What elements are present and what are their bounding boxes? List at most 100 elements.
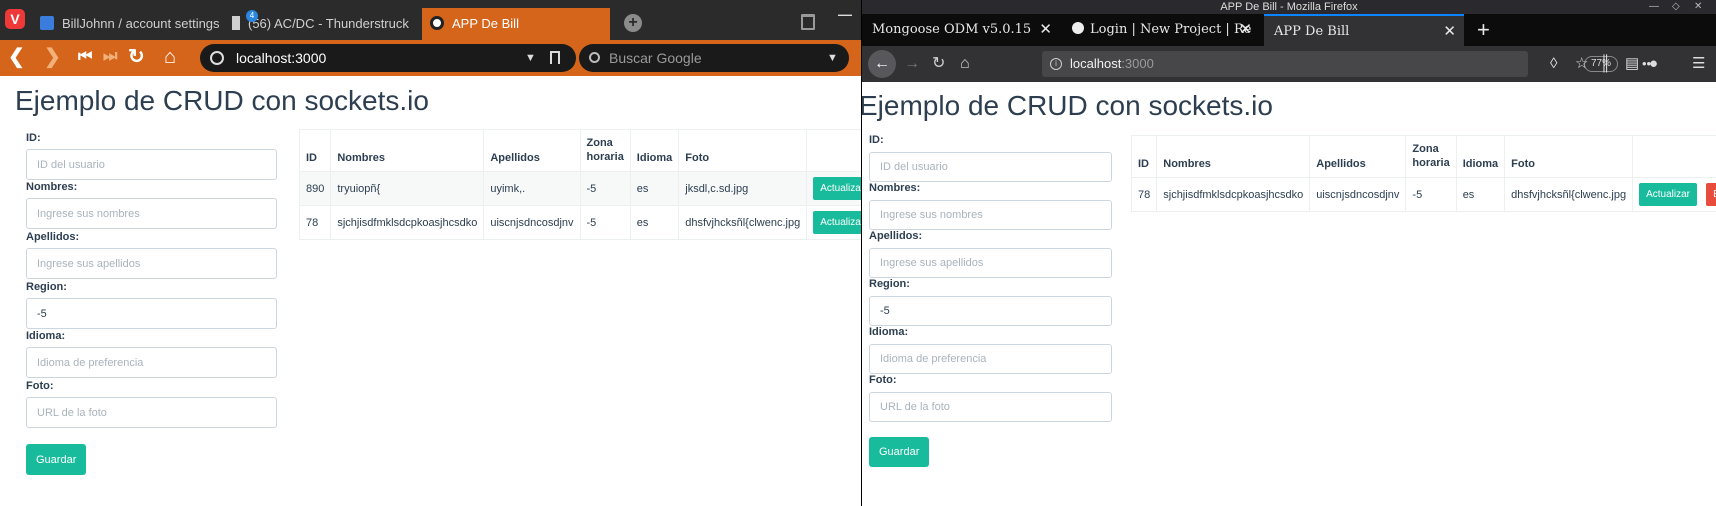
surnames-input[interactable] xyxy=(869,248,1112,278)
tab-label: APP De Bill xyxy=(452,16,519,31)
address-bar[interactable]: i localhost:3000 77% ••• xyxy=(1042,51,1656,77)
pocket-icon[interactable]: ◊ xyxy=(1550,54,1557,74)
photo-input[interactable] xyxy=(26,397,277,428)
home-icon[interactable]: ⌂ xyxy=(164,46,176,68)
menu-icon[interactable]: ☰ xyxy=(1692,54,1705,74)
col-language: Idioma xyxy=(1455,135,1506,178)
id-input[interactable] xyxy=(869,152,1112,182)
photo-input[interactable] xyxy=(869,392,1112,422)
sidebar-icon[interactable]: ▤ xyxy=(1625,54,1639,74)
id-input[interactable] xyxy=(26,149,277,180)
save-button[interactable]: Guardar xyxy=(26,444,87,475)
col-timezone: Zona horaria xyxy=(1405,135,1457,178)
back-icon[interactable]: ← xyxy=(868,50,896,78)
tab-label: (56) AC/DC - Thunderstruck xyxy=(248,16,409,31)
update-button[interactable]: Actualizar xyxy=(813,211,861,234)
cell-id: 890 xyxy=(298,171,332,206)
vivaldi-tab-github[interactable]: BillJohnn / account settings xyxy=(40,8,220,40)
tab-label: Mongoose ODM v5.0.15 xyxy=(872,22,1032,37)
trash-icon[interactable] xyxy=(801,14,815,30)
col-timezone: Zona horaria xyxy=(579,129,631,172)
region-input[interactable] xyxy=(26,298,277,329)
firefox-window: APP De Bill - Mozilla Firefox — ◇ ✕ Mong… xyxy=(862,0,1716,506)
vivaldi-tab-youtube[interactable]: (56) AC/DC - Thunderstruck xyxy=(232,8,412,40)
library-icon[interactable]: ║ xyxy=(1600,54,1611,74)
search-icon xyxy=(589,52,600,63)
chat-icon[interactable]: ● xyxy=(1649,54,1658,74)
minimize-icon[interactable]: — xyxy=(1649,0,1659,14)
table-row: 890 tryuiopñ{ uyimk,. -5 es jksdl,c.sd.j… xyxy=(298,171,861,206)
users-table: ID Nombres Apellidos Zona horaria Idioma… xyxy=(298,129,861,240)
vivaldi-tab-bar: V BillJohnn / account settings (56) AC/D… xyxy=(0,0,861,40)
new-tab-plus-icon[interactable]: + xyxy=(624,14,642,32)
search-field[interactable]: Buscar Google ▼ xyxy=(579,44,849,72)
cell-language: es xyxy=(629,205,680,240)
col-surnames: Apellidos xyxy=(1309,135,1407,178)
save-button[interactable]: Guardar xyxy=(869,437,930,467)
cell-names: tryuiopñ{ xyxy=(330,171,485,206)
id-label: ID: xyxy=(869,134,884,146)
close-tab-icon[interactable]: ✕ xyxy=(1443,16,1456,46)
vivaldi-menu-icon[interactable]: V xyxy=(5,9,25,29)
forward-icon[interactable]: ❯ xyxy=(44,46,61,68)
address-bar[interactable]: localhost:3000 ▼ xyxy=(200,44,576,72)
update-button[interactable]: Actualizar xyxy=(813,177,861,200)
update-button[interactable]: Actualizar xyxy=(1639,183,1697,206)
info-icon[interactable]: i xyxy=(1050,58,1062,70)
language-label: Idioma: xyxy=(26,330,66,342)
close-tab-icon[interactable]: ✕ xyxy=(1039,14,1052,46)
page-title: Ejemplo de CRUD con sockets.io xyxy=(15,85,429,116)
col-names: Nombres xyxy=(330,129,485,172)
forward-icon[interactable]: → xyxy=(904,54,920,74)
maximize-icon[interactable]: ◇ xyxy=(1672,0,1680,14)
close-tab-icon[interactable]: ✕ xyxy=(1239,14,1252,46)
vivaldi-window: V BillJohnn / account settings (56) AC/D… xyxy=(0,0,861,506)
table-header-row: ID Nombres Apellidos Zona horaria Idioma… xyxy=(1130,135,1716,178)
new-tab-plus-icon[interactable]: + xyxy=(1477,14,1490,46)
firefox-tab-mongoose[interactable]: Mongoose ODM v5.0.15 ✕ xyxy=(862,14,1060,46)
home-icon[interactable]: ⌂ xyxy=(960,54,970,74)
firefox-tab-login[interactable]: Login | New Project | Re ✕ xyxy=(1062,14,1260,46)
cell-language: es xyxy=(1455,177,1506,212)
cell-surnames: uiscnjsdncosdjnv xyxy=(1309,177,1407,212)
language-input[interactable] xyxy=(26,347,277,378)
address-host: localhost xyxy=(1070,56,1122,71)
dropdown-arrow-icon[interactable]: ▼ xyxy=(525,44,536,72)
col-actions xyxy=(1632,135,1716,178)
users-table: ID Nombres Apellidos Zona horaria Idioma… xyxy=(1130,135,1716,212)
firefox-tab-app-de-bill[interactable]: APP De Bill ✕ xyxy=(1264,14,1464,46)
address-text: localhost:3000 xyxy=(236,50,327,66)
reload-icon[interactable]: ↻ xyxy=(128,46,145,68)
close-window-icon[interactable]: ✕ xyxy=(1694,0,1702,14)
cell-actions: Actualizar xyxy=(806,205,861,240)
cell-photo: jksdl,c.sd.jpg xyxy=(678,171,808,206)
table-header-row: ID Nombres Apellidos Zona horaria Idioma… xyxy=(298,129,861,172)
col-names: Nombres xyxy=(1156,135,1311,178)
col-language: Idioma xyxy=(629,129,680,172)
cell-names: sjchjisdfmklsdcpkoasjhcsdko xyxy=(330,205,485,240)
search-engine-dropdown-icon[interactable]: ▼ xyxy=(827,44,838,72)
names-input[interactable] xyxy=(26,198,277,229)
window-title: APP De Bill - Mozilla Firefox xyxy=(1220,1,1358,13)
surnames-input[interactable] xyxy=(26,248,277,279)
vivaldi-nav-bar: ❮ ❯ ⏮ ⏭ ↻ ⌂ localhost:3000 ▼ Buscar Goog… xyxy=(0,40,861,76)
reload-icon[interactable]: ↻ xyxy=(932,54,945,74)
language-input[interactable] xyxy=(869,344,1112,374)
vivaldi-page: Ejemplo de CRUD con sockets.io ID: Nombr… xyxy=(0,76,861,506)
table-row: 78 sjchjisdfmklsdcpkoasjhcsdko uiscnjsdn… xyxy=(298,205,861,240)
minimize-icon[interactable]: — xyxy=(838,6,852,22)
star-icon[interactable]: ☆ xyxy=(1575,54,1588,74)
back-icon[interactable]: ❮ xyxy=(8,46,25,68)
firefox-title-bar: APP De Bill - Mozilla Firefox — ◇ ✕ xyxy=(862,0,1716,14)
bookmark-icon[interactable] xyxy=(550,51,560,64)
vivaldi-tab-app-de-bill[interactable]: APP De Bill xyxy=(422,8,610,40)
cell-id: 78 xyxy=(298,205,332,240)
rewind-icon[interactable]: ⏮ xyxy=(78,46,92,68)
names-input[interactable] xyxy=(869,200,1112,230)
region-input[interactable] xyxy=(869,296,1112,326)
github-favicon-icon xyxy=(40,16,54,30)
fast-forward-icon[interactable]: ⏭ xyxy=(103,46,117,68)
delete-button[interactable]: Elim xyxy=(1706,183,1716,206)
speaker-icon xyxy=(232,16,240,30)
col-actions xyxy=(806,129,861,172)
